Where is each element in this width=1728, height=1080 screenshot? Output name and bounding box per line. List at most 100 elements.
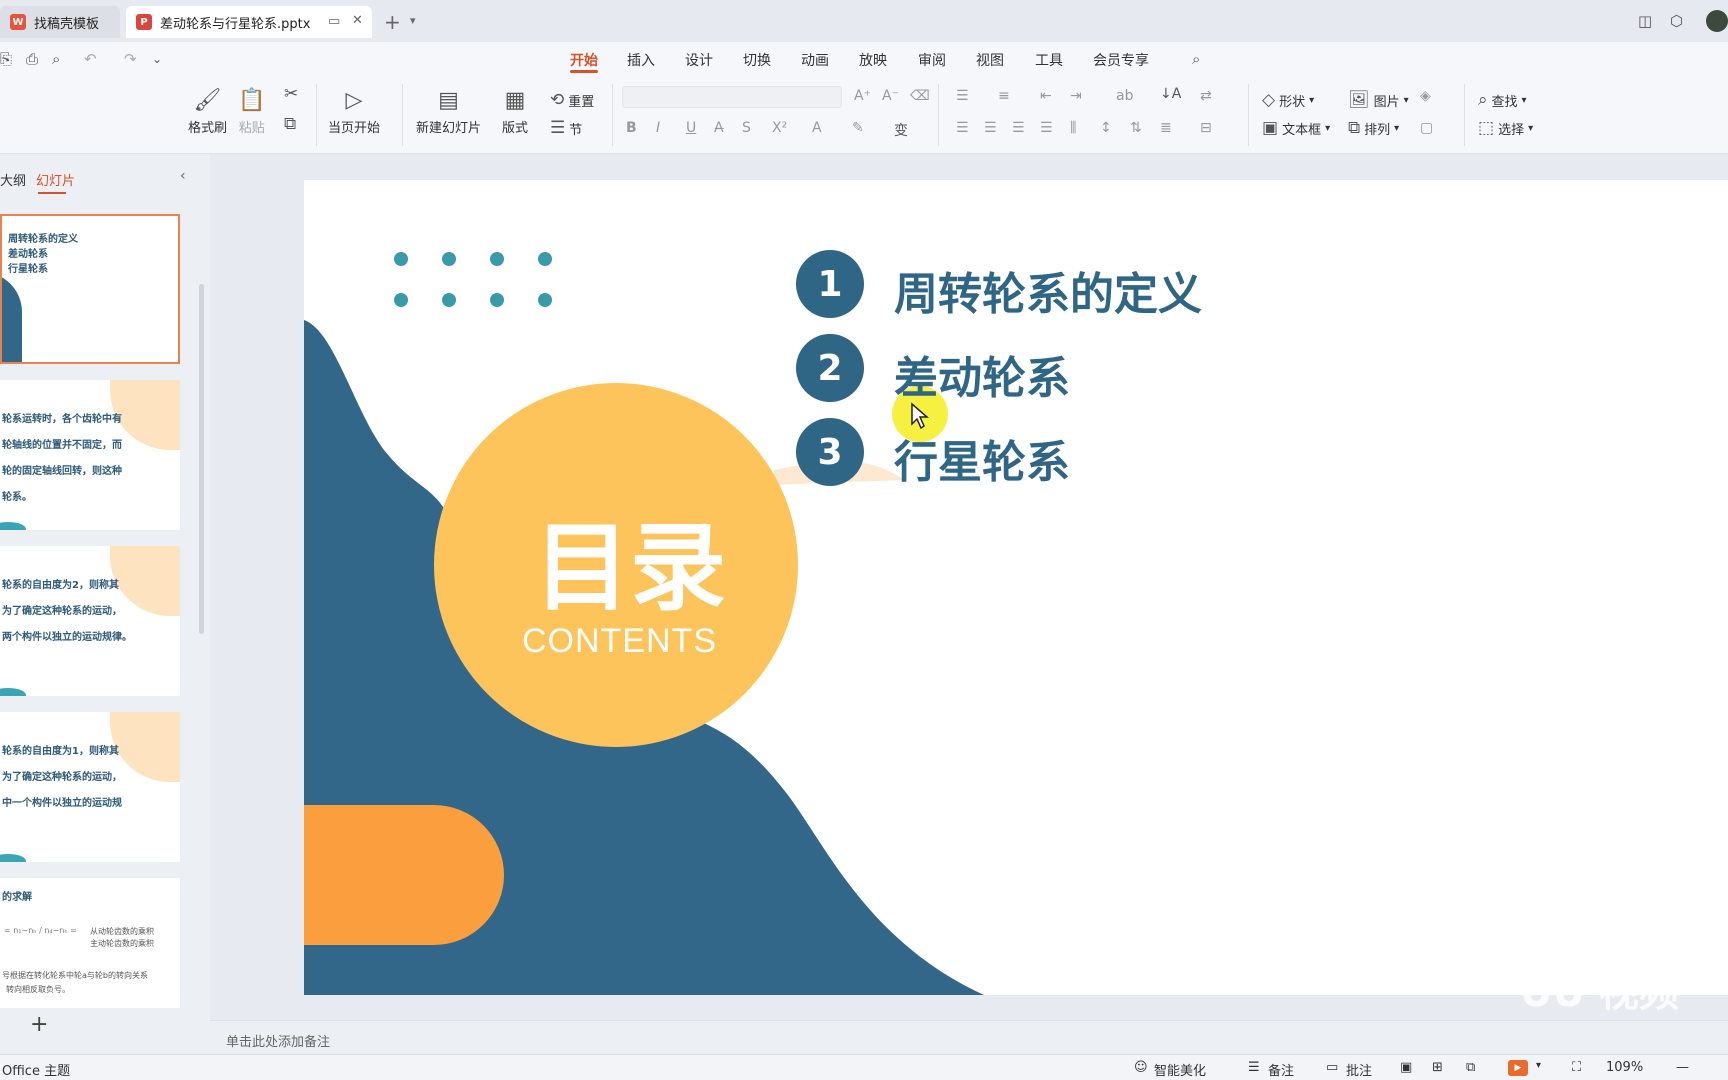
shadow-icon[interactable]: S bbox=[742, 120, 751, 136]
add-slide-button[interactable]: + bbox=[30, 1012, 48, 1037]
reading-view-icon[interactable]: ⧉ bbox=[1466, 1060, 1475, 1075]
cube-icon[interactable]: ⬡ bbox=[1670, 12, 1683, 30]
toc-item-2[interactable]: 差动轮系 bbox=[894, 342, 1070, 406]
play-from-current-button[interactable]: ▷ 当页开始 bbox=[328, 88, 380, 136]
italic-icon[interactable]: I bbox=[656, 120, 660, 136]
chevron-down-icon[interactable]: ▾ bbox=[1536, 1060, 1541, 1071]
new-tab-icon[interactable]: + bbox=[384, 10, 401, 34]
cut-icon[interactable]: ✂ bbox=[284, 84, 298, 104]
chevron-down-icon[interactable]: ▾ bbox=[410, 14, 416, 27]
select-button[interactable]: ⬚ 选择 ▾ bbox=[1478, 118, 1533, 138]
format-painter-button[interactable]: 🖌 格式刷 bbox=[188, 88, 227, 136]
slide[interactable]: 目录 CONTENTS 1 周转轮系的定义 2 差动轮系 3 行星轮系 bbox=[304, 180, 1728, 995]
font-name-select[interactable] bbox=[622, 86, 842, 108]
print-preview-icon[interactable]: ⌕ bbox=[52, 50, 60, 68]
decrease-font-icon[interactable]: A⁻ bbox=[882, 88, 899, 104]
theme-label[interactable]: Office 主题 bbox=[2, 1060, 70, 1079]
fit-icon[interactable]: ⛶ bbox=[1572, 1060, 1581, 1075]
eraser-icon[interactable]: ⌫ bbox=[910, 88, 930, 104]
highlight-icon[interactable]: ✎ bbox=[852, 120, 864, 136]
underline-icon[interactable]: U bbox=[686, 120, 696, 136]
picture-button[interactable]: 🖼 图片 ▾ bbox=[1348, 90, 1409, 110]
search-icon: ⌕ bbox=[1478, 90, 1488, 110]
layout-button[interactable]: ▦ 版式 bbox=[502, 88, 528, 136]
strike-icon[interactable]: A̶ bbox=[714, 120, 724, 136]
slide-thumbnail-3[interactable]: 轮系的自由度为2，则称其 为了确定这种轮系的运动， 两个构件以独立的运动规律。 bbox=[0, 546, 180, 696]
search-icon[interactable]: ⌕ bbox=[1192, 50, 1200, 68]
notes-pane[interactable]: 单击此处添加备注 bbox=[210, 1020, 1728, 1054]
normal-view-icon[interactable]: ▣ bbox=[1400, 1060, 1412, 1075]
play-icon[interactable]: ▶ bbox=[1508, 1060, 1528, 1076]
scrollbar[interactable] bbox=[199, 284, 204, 634]
zoom-level[interactable]: 109% bbox=[1606, 1060, 1643, 1075]
tab-tools[interactable]: 工具 bbox=[1035, 50, 1063, 70]
slide-thumbnail-1[interactable]: 周转轮系的定义 差动轮系 行星轮系 bbox=[0, 214, 180, 364]
beautify-button[interactable]: 智能美化 bbox=[1154, 1060, 1206, 1079]
outline-icon[interactable]: ▢ bbox=[1420, 120, 1433, 136]
tab-home[interactable]: 开始 bbox=[570, 50, 598, 70]
columns-icon[interactable]: ⫼ bbox=[1070, 120, 1076, 136]
tab-transitions[interactable]: 切换 bbox=[743, 50, 771, 70]
tab-design[interactable]: 设计 bbox=[685, 50, 713, 70]
tab-insert[interactable]: 插入 bbox=[627, 50, 655, 70]
close-icon[interactable]: ✕ bbox=[352, 13, 363, 28]
para-icon[interactable]: ≣ bbox=[1160, 120, 1172, 136]
tab-templates[interactable]: W 找稿壳模板 bbox=[0, 6, 120, 38]
redo-icon[interactable]: ↷ bbox=[124, 50, 137, 68]
char-spacing-icon[interactable]: 变 bbox=[894, 120, 908, 140]
layout-icon[interactable]: ◫ bbox=[1638, 12, 1652, 30]
align-right-icon[interactable]: ☰ bbox=[1012, 120, 1025, 136]
tab-document[interactable]: P 差动轮系与行星轮系.pptx ▭ ✕ bbox=[126, 6, 372, 38]
notes-button[interactable]: 备注 bbox=[1268, 1060, 1294, 1079]
align-left-icon[interactable]: ☰ bbox=[956, 120, 969, 136]
justify-icon[interactable]: ☰ bbox=[1040, 120, 1053, 136]
slide-thumbnail-4[interactable]: 轮系的自由度为1，则称其 为了确定这种轮系的运动， 中一个构件以独立的运动规 bbox=[0, 712, 180, 862]
line-spacing-icon[interactable]: ↕ bbox=[1100, 120, 1112, 136]
comments-button[interactable]: 批注 bbox=[1346, 1060, 1372, 1079]
avatar[interactable] bbox=[1706, 10, 1728, 32]
sorter-view-icon[interactable]: ⊞ bbox=[1432, 1060, 1443, 1075]
sort-icon[interactable]: ↓A bbox=[1160, 86, 1181, 102]
text-direction-icon[interactable]: ab bbox=[1116, 88, 1133, 104]
link-icon[interactable]: ⎘ bbox=[0, 50, 12, 68]
tab-outline[interactable]: 大纲 bbox=[0, 170, 26, 189]
bullets-icon[interactable]: ☰ bbox=[956, 88, 969, 104]
text-align-icon[interactable]: ⊟ bbox=[1200, 120, 1212, 136]
copy-icon[interactable]: ⧉ bbox=[284, 114, 296, 134]
indent-decrease-icon[interactable]: ⇤ bbox=[1040, 88, 1052, 104]
tab-slides[interactable]: 幻灯片 bbox=[36, 170, 75, 189]
shape-button[interactable]: ◇ 形状 ▾ bbox=[1262, 90, 1314, 110]
tab-view[interactable]: 视图 bbox=[976, 50, 1004, 70]
undo-icon[interactable]: ↶ bbox=[84, 50, 97, 68]
increase-font-icon[interactable]: A⁺ bbox=[854, 88, 871, 104]
paste-button[interactable]: 📋 粘贴 bbox=[238, 88, 265, 136]
textbox-button[interactable]: ▣ 文本框 ▾ bbox=[1262, 118, 1330, 138]
collapse-icon[interactable]: ‹ bbox=[180, 168, 186, 184]
numbering-icon[interactable]: ≡ bbox=[998, 88, 1010, 104]
find-button[interactable]: ⌕ 查找 ▾ bbox=[1478, 90, 1527, 110]
toc-item-1[interactable]: 周转轮系的定义 bbox=[894, 258, 1202, 322]
toc-item-3[interactable]: 行星轮系 bbox=[894, 426, 1070, 490]
chevron-down-icon[interactable]: ⌄ bbox=[152, 52, 162, 66]
tab-member[interactable]: 会员专享 bbox=[1093, 50, 1149, 70]
tab-slideshow[interactable]: 放映 bbox=[859, 50, 887, 70]
tab-review[interactable]: 审阅 bbox=[918, 50, 946, 70]
superscript-icon[interactable]: X² bbox=[772, 120, 787, 136]
tab-animations[interactable]: 动画 bbox=[801, 50, 829, 70]
monitor-icon[interactable]: ▭ bbox=[328, 14, 340, 29]
slide-thumbnail-2[interactable]: 轮系运转时，各个齿轮中有 轮轴线的位置并不固定，而 轮的固定轴线回转，则这种 轮… bbox=[0, 380, 180, 530]
print-icon[interactable]: ⎙ bbox=[26, 50, 38, 68]
fill-icon[interactable]: ◈ bbox=[1420, 88, 1431, 104]
align-center-icon[interactable]: ☰ bbox=[984, 120, 997, 136]
reset-button[interactable]: ⟲ 重置 bbox=[550, 90, 594, 110]
arrange-button[interactable]: ⧉ 排列 ▾ bbox=[1348, 118, 1399, 138]
font-color-icon[interactable]: A bbox=[812, 120, 822, 136]
paragraph-spacing-icon[interactable]: ⇅ bbox=[1130, 120, 1142, 136]
slide-thumbnail-5[interactable]: 的求解 从动轮齿数的乘积 主动轮齿数的乘积 = n₁−nₕ / n₄−nₕ = … bbox=[0, 878, 180, 1008]
section-button[interactable]: ☰ 节 bbox=[550, 118, 582, 138]
bold-icon[interactable]: B bbox=[626, 120, 637, 136]
new-slide-button[interactable]: ▤ 新建幻灯片 bbox=[416, 88, 481, 136]
indent-increase-icon[interactable]: ⇥ bbox=[1070, 88, 1082, 104]
convert-icon[interactable]: ⇄ bbox=[1200, 88, 1212, 104]
zoom-out-icon[interactable]: — bbox=[1676, 1060, 1689, 1075]
